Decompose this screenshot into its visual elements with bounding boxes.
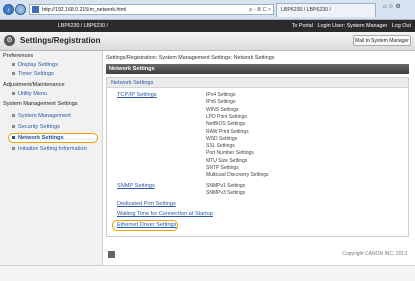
tab-title: LBP6230 / LBP6230 / xyxy=(281,7,331,13)
tcpip-setting-item: LPD Print Settings xyxy=(206,113,247,120)
mail-to-system-manager-button[interactable]: Mail to System Manager xyxy=(353,35,411,46)
sidebar-item-display-settings[interactable]: Display Settings xyxy=(12,62,58,68)
dedicated-port-settings-link[interactable]: Dedicated Port Settings xyxy=(117,201,176,207)
sidebar-item-security-settings[interactable]: Security Settings xyxy=(12,124,60,130)
device-name: LBP6230 / LBP6230 / xyxy=(58,23,108,29)
tcpip-setting-item: IPv6 Settings xyxy=(206,99,236,106)
tcpip-setting-item: IPv4 Settings xyxy=(206,92,236,98)
bullet-icon xyxy=(12,114,15,118)
snmp-setting-item: SNMPv1 Settings xyxy=(206,183,246,189)
tcpip-setting-item: NetBIOS Settings xyxy=(206,121,246,128)
page-title: Settings/Registration xyxy=(20,36,101,45)
bullet-icon xyxy=(12,125,15,129)
window-controls[interactable]: ⌂ ☆ ⚙ xyxy=(383,3,401,10)
panel-header-title: Network Settings xyxy=(111,79,154,86)
login-user-text: Login User: System Manager xyxy=(317,23,388,29)
bullet-icon xyxy=(12,92,15,96)
tcpip-settings-link[interactable]: TCP/IP Settings xyxy=(117,92,157,98)
tcpip-setting-item: WSD Settings xyxy=(206,135,238,142)
panel-header: Network Settings xyxy=(107,78,408,88)
settings-icon: ⚙ xyxy=(4,35,15,46)
page-title-bar: ⚙ Settings/Registration Mail to System M… xyxy=(0,32,415,51)
page-top-icon[interactable] xyxy=(108,251,115,258)
bullet-icon xyxy=(12,63,15,67)
tcpip-setting-item: WINS Settings xyxy=(206,106,239,113)
url-text: http://192.168.0.215/m_network.html xyxy=(42,7,127,13)
back-icon[interactable]: ‹ xyxy=(3,4,14,15)
sidebar-item-network-settings-label: Network Settings xyxy=(12,135,64,141)
waiting-time-link[interactable]: Waiting Time for Connection at Startup xyxy=(117,211,213,217)
bullet-icon xyxy=(12,147,15,151)
logout-link[interactable]: Log Out xyxy=(392,23,411,29)
address-bar[interactable]: http://192.168.0.215/m_network.html ρ - … xyxy=(29,4,274,15)
sidebar-section-adjustment: Adjustment/Maintenance xyxy=(3,82,65,88)
section-header-bar: Network Settings xyxy=(106,64,409,74)
sidebar-item-utility-menu[interactable]: Utility Menu xyxy=(12,91,47,97)
sidebar-item-system-management[interactable]: System Management xyxy=(12,113,71,119)
browser-status-bar xyxy=(0,265,415,281)
tcpip-setting-item: Port Number Settings xyxy=(206,150,254,157)
sidebar-section-preferences: Preferences xyxy=(3,53,34,59)
sidebar-section-system-management: System Management Settings xyxy=(3,101,78,107)
snmp-setting-item: SNMPv3 Settings xyxy=(206,190,246,197)
browser-toolbar: ‹ › http://192.168.0.215/m_network.html … xyxy=(0,0,415,20)
tcpip-setting-item: SSL Settings xyxy=(206,143,235,150)
forward-icon[interactable]: › xyxy=(15,4,26,15)
sidebar-item-initialize-setting-information[interactable]: Initialize Setting Information xyxy=(12,146,87,152)
tcpip-setting-item: SNTP Settings xyxy=(206,165,239,171)
tcpip-setting-item: RAW Print Settings xyxy=(206,128,249,135)
sidebar-item-timer-settings[interactable]: Timer Settings xyxy=(12,71,54,77)
section-header-title: Network Settings xyxy=(109,66,155,72)
ethernet-driver-settings-link[interactable]: Ethernet Driver Settings xyxy=(117,222,176,228)
address-controls[interactable]: ρ - ≣ C × xyxy=(249,6,271,14)
browser-tab[interactable]: LBP6230 / LBP6230 / xyxy=(276,3,376,17)
site-favicon-icon xyxy=(32,6,39,13)
bullet-icon xyxy=(12,72,15,76)
device-banner: LBP6230 / LBP6230 / To Portal Login User… xyxy=(0,20,415,32)
bullet-icon xyxy=(12,136,15,140)
tcpip-setting-item: MTU Size Settings xyxy=(206,157,248,164)
breadcrumb: Settings/Registration: System Management… xyxy=(106,55,275,61)
copyright-text: Copyright CANON INC. 2013 xyxy=(342,251,407,257)
tcpip-setting-item: Multicast Discovery Settings xyxy=(206,172,269,179)
snmp-settings-link[interactable]: SNMP Settings xyxy=(117,183,155,189)
to-portal-link[interactable]: To Portal xyxy=(292,23,313,29)
